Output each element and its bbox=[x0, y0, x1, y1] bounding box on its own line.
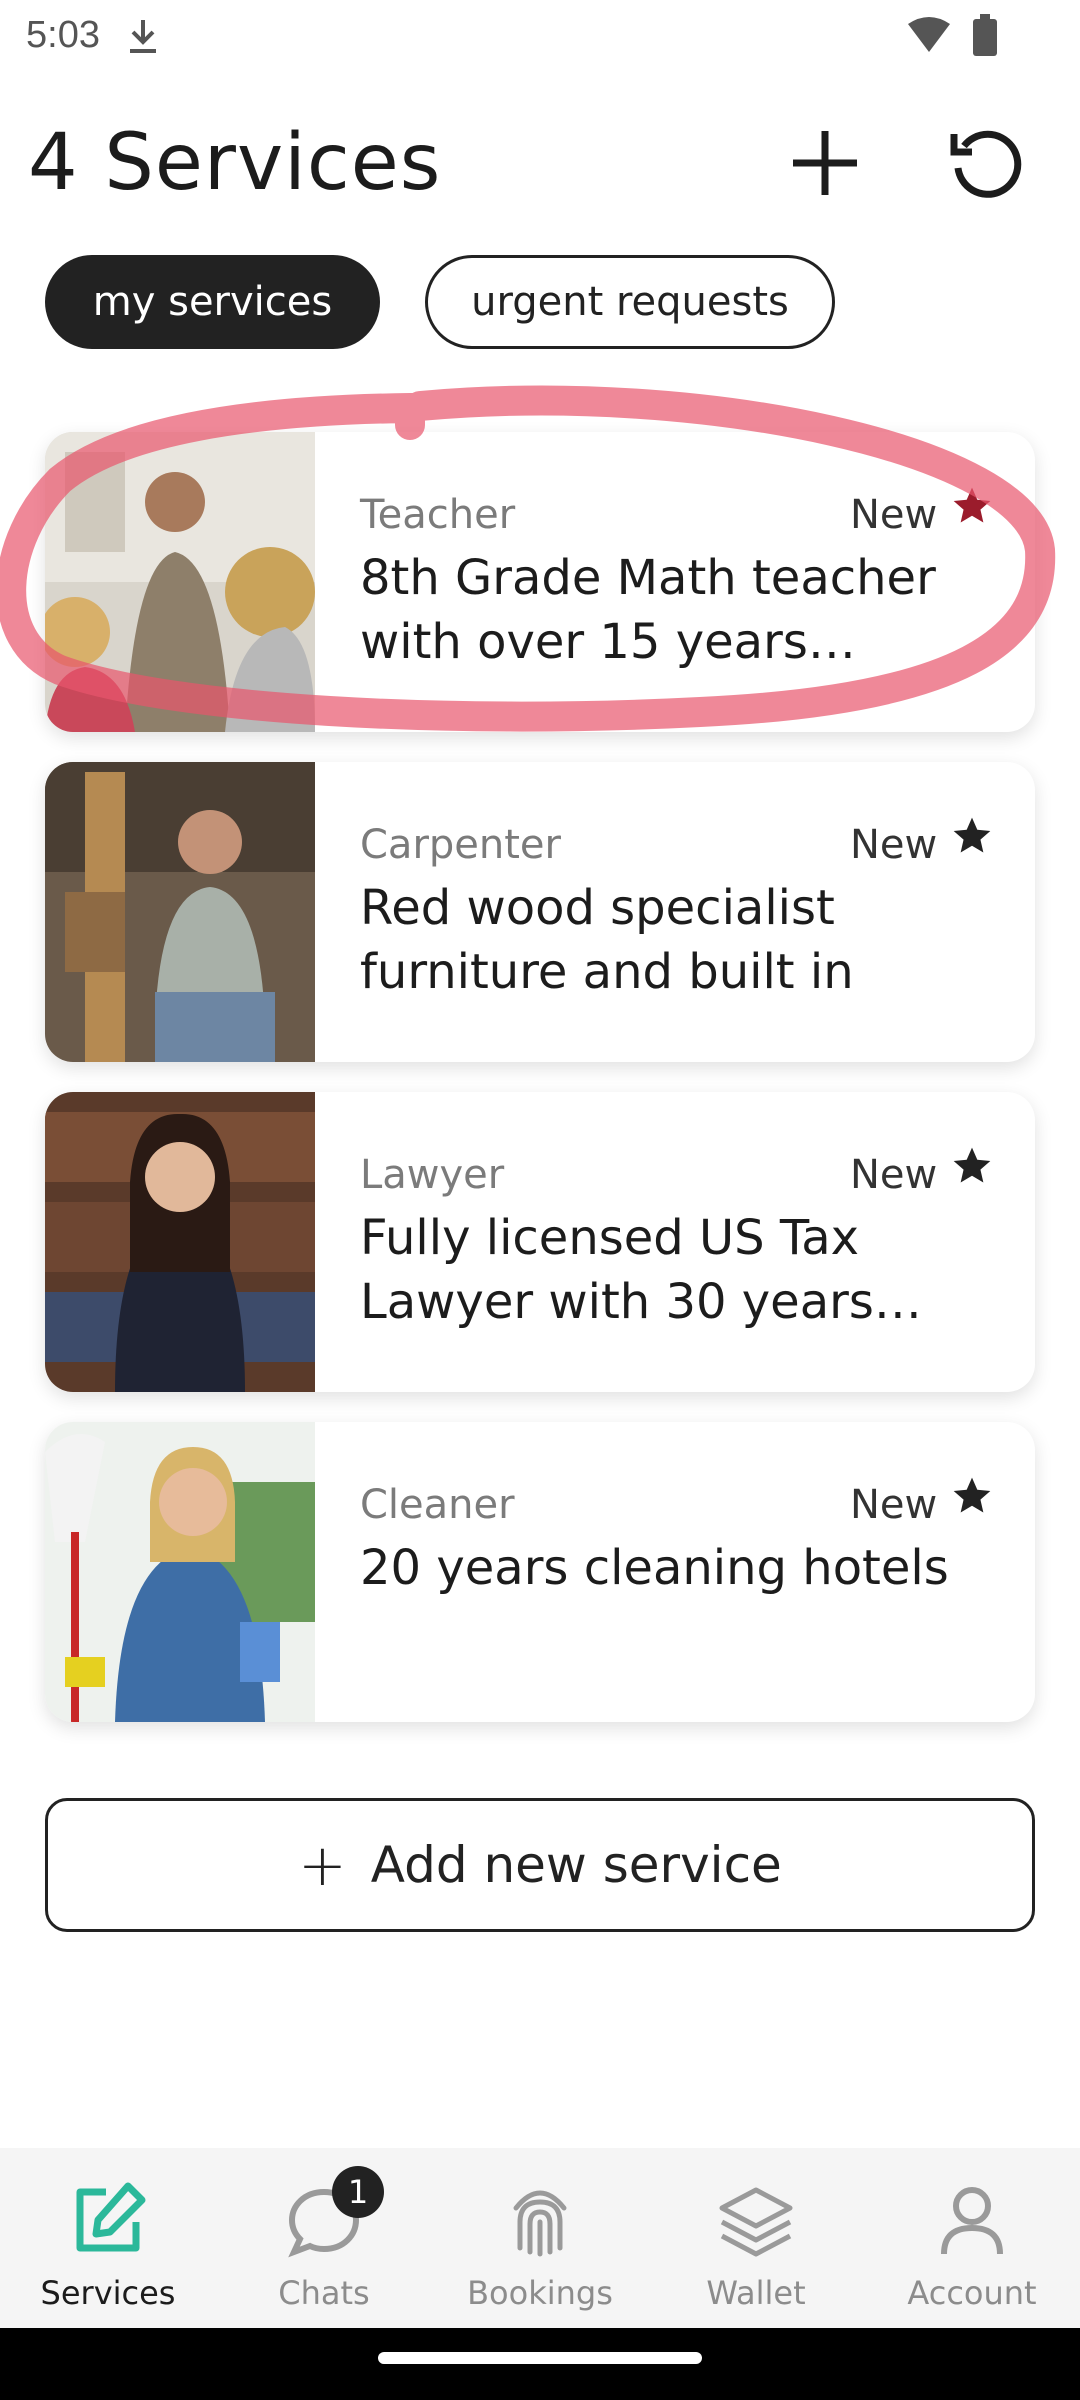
download-icon bbox=[130, 20, 156, 53]
chat-count-badge: 1 bbox=[332, 2166, 384, 2218]
add-new-service-label: Add new service bbox=[370, 1836, 782, 1894]
plus-icon: + bbox=[298, 1831, 347, 1899]
star-icon[interactable] bbox=[950, 484, 994, 528]
service-category: Carpenter bbox=[360, 822, 561, 868]
service-category: Cleaner bbox=[360, 1482, 515, 1528]
refresh-button[interactable] bbox=[942, 118, 1032, 208]
new-badge: New bbox=[850, 1152, 938, 1198]
star-icon[interactable] bbox=[950, 814, 994, 858]
star-icon[interactable] bbox=[950, 1474, 994, 1518]
service-category: Lawyer bbox=[360, 1152, 505, 1198]
new-badge: New bbox=[850, 492, 938, 538]
nav-services[interactable]: Services bbox=[0, 2148, 216, 2328]
wifi-icon bbox=[908, 17, 950, 52]
person-icon bbox=[941, 2187, 1003, 2255]
system-nav-bar bbox=[0, 2328, 1080, 2400]
new-badge: New bbox=[850, 1482, 938, 1528]
refresh-icon bbox=[950, 130, 1022, 198]
nav-label: Wallet bbox=[706, 2274, 806, 2312]
layers-icon bbox=[719, 2187, 793, 2257]
service-photo bbox=[45, 432, 315, 732]
add-new-service-button[interactable]: + Add new service bbox=[45, 1798, 1035, 1932]
nav-wallet[interactable]: Wallet bbox=[648, 2148, 864, 2328]
service-description: Fully licensed US Tax Lawyer with 30 yea… bbox=[360, 1210, 874, 1330]
battery-icon bbox=[973, 14, 997, 56]
filter-urgent-requests[interactable]: urgent requests bbox=[425, 255, 835, 349]
nav-bookings[interactable]: Bookings bbox=[432, 2148, 648, 2328]
status-time: 5:03 bbox=[26, 14, 100, 56]
filter-my-services[interactable]: my services bbox=[45, 255, 380, 349]
service-card[interactable]: Lawyer New Fully licensed US Tax Lawyer … bbox=[45, 1092, 1035, 1392]
service-photo bbox=[45, 1092, 315, 1392]
home-indicator[interactable] bbox=[378, 2352, 702, 2364]
nav-label: Services bbox=[40, 2274, 176, 2312]
service-description: Red wood specialist furniture and built … bbox=[360, 880, 854, 1000]
new-badge: New bbox=[850, 822, 938, 868]
nav-label: Chats bbox=[278, 2274, 370, 2312]
fingerprint-icon bbox=[513, 2190, 567, 2257]
star-icon[interactable] bbox=[950, 1144, 994, 1188]
service-photo bbox=[45, 762, 315, 1062]
page-title: 4 Services bbox=[28, 118, 442, 208]
service-photo bbox=[45, 1422, 315, 1722]
service-description: 8th Grade Math teacher with over 15 year… bbox=[360, 550, 936, 670]
nav-label: Bookings bbox=[467, 2274, 613, 2312]
nav-chats[interactable]: 1 Chats bbox=[216, 2148, 432, 2328]
edit-icon bbox=[76, 2182, 146, 2252]
service-card[interactable]: Carpenter New Red wood specialist furnit… bbox=[45, 762, 1035, 1062]
nav-account[interactable]: Account bbox=[864, 2148, 1080, 2328]
add-button[interactable] bbox=[780, 118, 870, 208]
plus-icon bbox=[793, 131, 857, 195]
service-category: Teacher bbox=[360, 492, 516, 538]
service-card[interactable]: Teacher New 8th Grade Math teacher with … bbox=[45, 432, 1035, 732]
service-description: 20 years cleaning hotels bbox=[360, 1540, 949, 1596]
bottom-nav: Services 1 Chats Bookings Wallet Account bbox=[0, 2148, 1080, 2328]
nav-label: Account bbox=[907, 2274, 1037, 2312]
service-card[interactable]: Cleaner New 20 years cleaning hotels bbox=[45, 1422, 1035, 1722]
status-bar: 5:03 bbox=[0, 0, 1080, 72]
